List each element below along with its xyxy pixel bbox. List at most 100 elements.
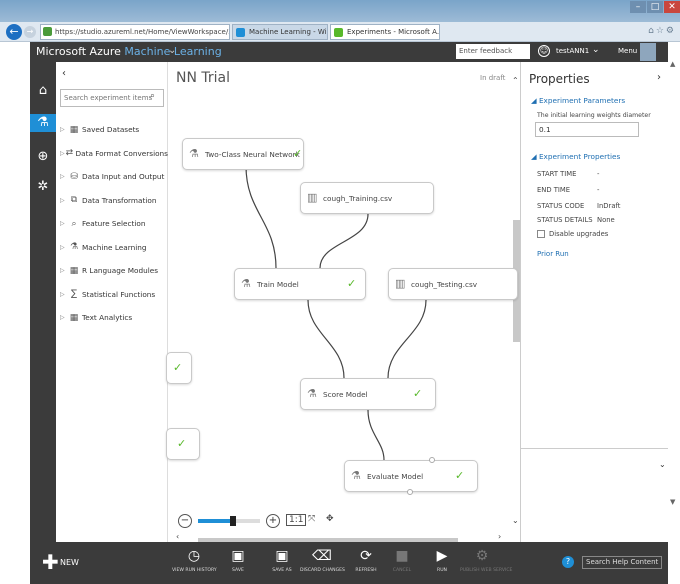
command-label: PUBLISH WEB SERVICE <box>460 568 513 573</box>
zoom-in-button[interactable]: + <box>266 514 280 528</box>
palette-item-r-language-modules[interactable]: ▷ ▦ R Language Modules <box>60 259 168 283</box>
cancel-button[interactable]: ■ CANCEL <box>380 548 424 573</box>
chevron-down-icon[interactable]: ⌄ <box>659 460 666 469</box>
window-minimize-button[interactable]: – <box>630 1 646 13</box>
window-maximize-button[interactable]: □ <box>647 1 663 13</box>
module-cough-testing-csv[interactable]: ▥ cough_Testing.csv <box>388 268 518 300</box>
new-button[interactable]: NEW <box>60 558 79 567</box>
disable-upgrades-checkbox[interactable] <box>537 230 545 238</box>
input-port[interactable] <box>429 457 435 463</box>
command-label: SAVE AS <box>272 568 292 573</box>
expand-arrow-icon[interactable]: ▷ <box>60 126 68 133</box>
search-input[interactable] <box>60 89 164 107</box>
expand-arrow-icon[interactable]: ▷ <box>60 244 68 251</box>
module-evaluate-model[interactable]: ⚗ Evaluate Model ✓ <box>344 457 478 495</box>
expand-arrow-icon[interactable]: ▷ <box>60 220 68 227</box>
section-experiment-parameters[interactable]: ◢ Experiment Parameters <box>531 96 625 105</box>
module-score-model[interactable]: ⚗ Score Model ✓ <box>300 378 436 410</box>
expand-arrow-icon[interactable]: ▷ <box>60 314 68 321</box>
pan-icon[interactable]: ✥ <box>326 514 334 524</box>
address-bar[interactable]: https://studio.azureml.net/Home/ViewWork… <box>40 24 230 40</box>
browser-tab-experiments[interactable]: Experiments - Microsoft A... <box>330 24 440 40</box>
expand-arrow-icon[interactable]: ▷ <box>60 197 68 204</box>
database-icon: ⛁ <box>70 171 78 182</box>
feedback-input[interactable]: Enter feedback here <box>456 44 530 70</box>
stop-icon: ■ <box>395 548 409 564</box>
flask-icon: ⚗ <box>241 277 251 290</box>
scroll-left-icon[interactable]: ‹ <box>176 532 179 541</box>
check-icon: ✓ <box>293 147 303 160</box>
palette-item-label: R Language Modules <box>82 266 159 276</box>
learning-weights-diameter-input[interactable]: 0.1 <box>535 122 639 137</box>
section-label: Experiment Properties <box>538 152 621 161</box>
publish-web-service-button[interactable]: ⚙ PUBLISH WEB SERVICE <box>460 548 513 573</box>
scroll-down-icon[interactable]: ▼ <box>670 498 675 506</box>
experiment-canvas[interactable]: NN Trial In draft ⌃ ⌄ ⚗ Two-Class Neural… <box>166 62 520 543</box>
view-run-history-button[interactable]: ◷ VIEW RUN HISTORY <box>172 548 217 573</box>
palette-item-text-analytics[interactable]: ▷ ▦ Text Analytics <box>60 306 168 330</box>
flask-icon: ⚗ <box>69 242 79 253</box>
fit-to-screen-icon[interactable]: ⤧ <box>308 514 315 524</box>
expand-arrow-icon[interactable]: ▷ <box>60 267 68 274</box>
window-close-button[interactable]: ✕ <box>664 1 680 13</box>
module-offscreen[interactable]: ✓ <box>166 428 200 460</box>
save-as-button[interactable]: ▣ SAVE AS <box>260 548 304 573</box>
scroll-up-icon[interactable]: ▲ <box>670 60 675 68</box>
module-two-class-neural-network[interactable]: ⚗ Two-Class Neural Network ✓ <box>182 138 304 170</box>
help-search-input[interactable]: Search Help Content <box>582 556 662 569</box>
scroll-right-icon[interactable]: › <box>498 532 501 541</box>
zoom-slider-thumb[interactable] <box>230 516 237 526</box>
search-icon[interactable]: ⌕ <box>150 91 155 101</box>
avatar[interactable] <box>640 43 656 61</box>
forward-arrow-icon[interactable]: → <box>24 26 36 38</box>
menu-button[interactable]: Menu <box>618 47 637 55</box>
chevron-down-icon[interactable]: ⌄ <box>592 45 600 55</box>
palette-item-data-input-output[interactable]: ▷ ⛁ Data Input and Output <box>60 165 168 189</box>
gear-icon[interactable]: ✲ <box>34 178 52 196</box>
back-arrow-icon[interactable]: ← <box>6 24 22 40</box>
palette-item-statistical-functions[interactable]: ▷ ∑ Statistical Functions <box>60 283 168 307</box>
command-bar: ✚ NEW ◷ VIEW RUN HISTORY ▣ SAVE ▣ SAVE A… <box>30 542 668 584</box>
output-port[interactable] <box>407 489 413 495</box>
play-icon: ▶ <box>436 548 448 564</box>
palette-item-data-format-conversions[interactable]: ▷ ⇄ Data Format Conversions <box>60 142 168 166</box>
command-label: DISCARD CHANGES <box>300 568 345 573</box>
palette-item-feature-selection[interactable]: ▷ ⌕ Feature Selection <box>60 212 168 236</box>
properties-title: Properties <box>529 72 590 86</box>
help-icon[interactable]: ? <box>562 556 574 568</box>
palette-item-saved-datasets[interactable]: ▷ ▦ Saved Datasets <box>60 118 168 142</box>
module-offscreen[interactable]: ✓ <box>166 352 192 384</box>
section-experiment-properties[interactable]: ◢ Experiment Properties <box>531 152 620 161</box>
home-icon[interactable]: ⌂ <box>34 82 52 100</box>
module-label: Evaluate Model <box>367 472 424 481</box>
collapse-properties-icon[interactable]: › <box>657 72 661 83</box>
zoom-out-button[interactable]: − <box>178 514 192 528</box>
globe-icon[interactable]: ⊕ <box>34 148 52 166</box>
palette-item-machine-learning[interactable]: ▷ ⚗ Machine Learning <box>60 236 168 260</box>
collapse-palette-icon[interactable]: ‹ <box>62 68 66 79</box>
module-icon: ▦ <box>69 312 79 323</box>
browser-toolbar-icons[interactable]: ⌂☆⚙ <box>648 26 676 36</box>
module-train-model[interactable]: ⚗ Train Model ✓ <box>234 268 366 300</box>
prior-run-link[interactable]: Prior Run <box>537 250 569 258</box>
browser-tab-machine-learning[interactable]: Machine Learning - Window... <box>232 24 328 40</box>
run-button[interactable]: ▶ RUN <box>420 548 464 573</box>
expand-arrow-icon[interactable]: ▷ <box>60 173 68 180</box>
brand-title[interactable]: Microsoft Azure Machine Learning <box>36 45 222 58</box>
actual-size-button[interactable]: 1:1 <box>286 514 307 526</box>
chevron-down-icon[interactable]: ⌄ <box>168 45 176 56</box>
user-name[interactable]: testANN1 <box>556 47 589 55</box>
flask-icon[interactable]: ⚗ <box>30 114 56 132</box>
smiley-icon[interactable]: ☺ <box>538 45 550 57</box>
save-button[interactable]: ▣ SAVE <box>216 548 260 573</box>
plus-icon[interactable]: ✚ <box>42 552 59 572</box>
zoom-slider[interactable] <box>198 516 260 526</box>
module-cough-training-csv[interactable]: ▥ cough_Training.csv <box>300 182 434 214</box>
palette-item-data-transformation[interactable]: ▷ ⧉ Data Transformation <box>60 189 168 213</box>
discard-changes-button[interactable]: ⌫ DISCARD CHANGES <box>300 548 345 573</box>
grid-icon: ▦ <box>69 124 79 135</box>
palette-item-label: Feature Selection <box>82 219 146 229</box>
properties-panel: Properties › ◢ Experiment Parameters The… <box>520 62 669 542</box>
palette-list: ▷ ▦ Saved Datasets ▷ ⇄ Data Format Conve… <box>60 118 168 330</box>
expand-arrow-icon[interactable]: ▷ <box>60 291 68 298</box>
